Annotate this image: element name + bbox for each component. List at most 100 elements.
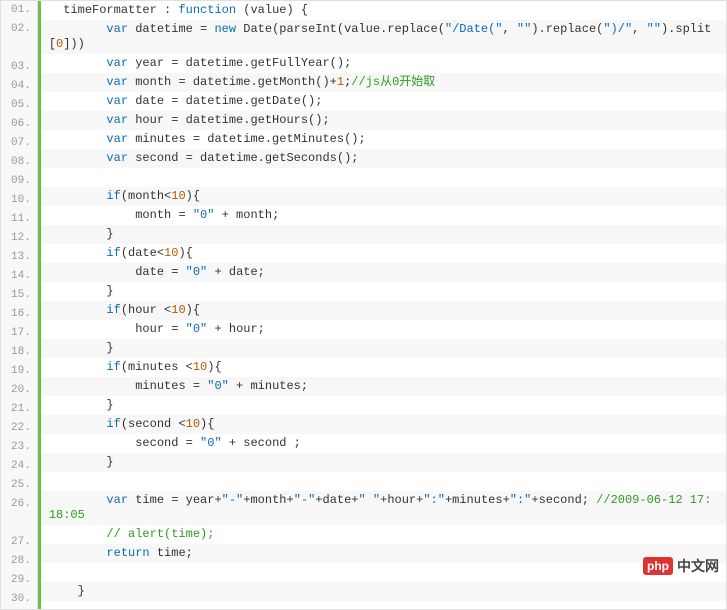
token-plain: ){	[186, 189, 200, 203]
token-str: "/Date("	[445, 22, 503, 36]
token-plain: month = datetime.getMonth()+	[128, 75, 337, 89]
line-number: 25.	[1, 476, 37, 495]
line-number: 23.	[1, 438, 37, 457]
token-str: " "	[359, 493, 381, 507]
token-plain: (value) {	[236, 3, 308, 17]
token-fn: timeFormatter	[63, 3, 157, 17]
code-line: var date = datetime.getDate();	[41, 92, 726, 111]
token-kw: var	[106, 22, 128, 36]
line-number: 29.	[1, 571, 37, 590]
token-plain	[49, 417, 107, 431]
token-cmt: //js从0开始取	[351, 75, 435, 89]
token-plain: }	[49, 341, 114, 355]
token-kw: function	[178, 3, 236, 17]
token-kw: new	[214, 22, 236, 36]
token-str: "0"	[186, 322, 208, 336]
token-kw: var	[106, 113, 128, 127]
code-line: month = "0" + month;	[41, 206, 726, 225]
token-plain	[49, 360, 107, 374]
token-plain: +second;	[531, 493, 596, 507]
token-plain: + second ;	[222, 436, 301, 450]
token-kw: return	[106, 546, 149, 560]
token-kw: var	[106, 132, 128, 146]
code-line: }	[41, 453, 726, 472]
token-plain: ){	[178, 246, 192, 260]
line-number: 08.	[1, 153, 37, 172]
code-line: var minutes = datetime.getMinutes();	[41, 130, 726, 149]
token-str: "0"	[207, 379, 229, 393]
line-number: 30.	[1, 590, 37, 609]
line-number: 19.	[1, 362, 37, 381]
token-plain	[49, 56, 107, 70]
token-plain: }	[49, 455, 114, 469]
line-number: 06.	[1, 115, 37, 134]
code-line: if(date<10){	[41, 244, 726, 263]
token-plain	[49, 132, 107, 146]
token-plain	[49, 94, 107, 108]
line-number: 16.	[1, 305, 37, 324]
code-area: timeFormatter : function (value) { var d…	[38, 1, 726, 609]
token-plain: + hour;	[207, 322, 265, 336]
token-plain: + date;	[207, 265, 265, 279]
line-number: 20.	[1, 381, 37, 400]
token-str: ")/"	[603, 22, 632, 36]
token-plain: time;	[150, 546, 193, 560]
code-line: }	[41, 339, 726, 358]
token-kw: if	[106, 246, 120, 260]
token-plain: }	[49, 227, 114, 241]
line-number: 07.	[1, 134, 37, 153]
line-number: 14.	[1, 267, 37, 286]
token-str: ""	[517, 22, 531, 36]
token-plain: (date<	[121, 246, 164, 260]
token-plain	[49, 189, 107, 203]
token-plain: (hour <	[121, 303, 171, 317]
code-line: if(hour <10){	[41, 301, 726, 320]
token-num: 10	[171, 303, 185, 317]
code-line: hour = "0" + hour;	[41, 320, 726, 339]
line-number-gutter: 01.02.03.04.05.06.07.08.09.10.11.12.13.1…	[1, 1, 38, 609]
token-plain: +minutes+	[445, 493, 510, 507]
code-line: }	[41, 225, 726, 244]
token-str: ":"	[423, 493, 445, 507]
token-plain: ){	[186, 303, 200, 317]
token-plain: + minutes;	[229, 379, 308, 393]
code-line: date = "0" + date;	[41, 263, 726, 282]
token-plain: ,	[632, 22, 646, 36]
code-line: if(second <10){	[41, 415, 726, 434]
token-str: "0"	[200, 436, 222, 450]
code-line: var month = datetime.getMonth()+1;//js从0…	[41, 73, 726, 92]
token-kw: var	[106, 151, 128, 165]
line-number: 27.	[1, 533, 37, 552]
code-line: var year = datetime.getFullYear();	[41, 54, 726, 73]
token-kw: if	[106, 303, 120, 317]
code-line: second = "0" + second ;	[41, 434, 726, 453]
site-logo: php 中文网	[643, 556, 719, 576]
code-line: timeFormatter : function (value) {	[41, 1, 726, 20]
line-number: 22.	[1, 419, 37, 438]
line-number: 11.	[1, 210, 37, 229]
code-line: var time = year+"-"+month+"-"+date+" "+h…	[41, 491, 726, 525]
line-number: 04.	[1, 77, 37, 96]
code-line: minutes = "0" + minutes;	[41, 377, 726, 396]
token-plain: date =	[49, 265, 186, 279]
token-plain	[49, 22, 107, 36]
line-number: 28.	[1, 552, 37, 571]
token-plain: (second <	[121, 417, 186, 431]
token-plain: datetime =	[128, 22, 214, 36]
token-plain: second = datetime.getSeconds();	[128, 151, 358, 165]
token-kw: if	[106, 189, 120, 203]
line-number: 24.	[1, 457, 37, 476]
code-line: if(minutes <10){	[41, 358, 726, 377]
token-num: 1	[337, 75, 344, 89]
token-plain: hour =	[49, 322, 186, 336]
line-number: 05.	[1, 96, 37, 115]
token-plain: (month<	[121, 189, 171, 203]
token-plain: +hour+	[380, 493, 423, 507]
logo-text: 中文网	[677, 556, 719, 576]
code-line	[41, 472, 726, 491]
line-number: 09.	[1, 172, 37, 191]
token-str: ":"	[510, 493, 532, 507]
token-str: ""	[647, 22, 661, 36]
token-plain: :	[157, 3, 179, 17]
token-num: 10	[164, 246, 178, 260]
